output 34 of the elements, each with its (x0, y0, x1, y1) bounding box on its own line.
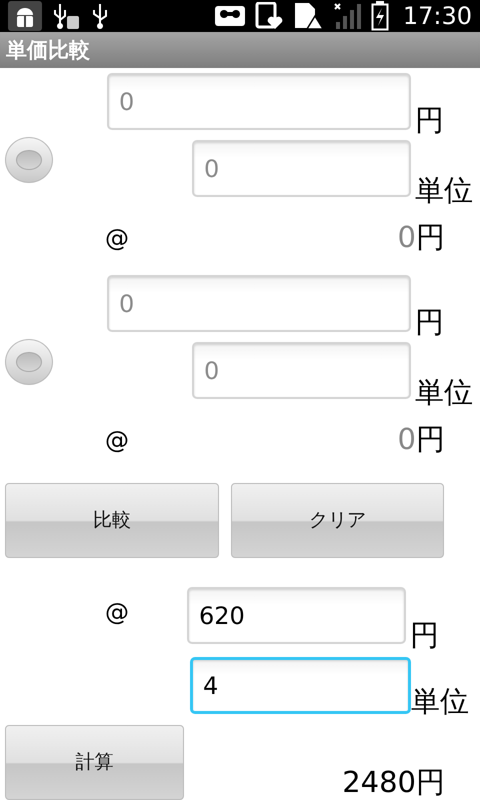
battery-charging-icon (370, 1, 389, 31)
unit-label: 単位 (411, 687, 469, 716)
at-sign: @ (105, 600, 129, 624)
unit-price-value: 0 (398, 425, 416, 454)
currency-label: 円 (416, 223, 445, 252)
phone-heart-icon (254, 2, 283, 30)
total-value: 2480 (342, 768, 416, 800)
currency-label: 円 (410, 621, 439, 650)
unit-label: 単位 (415, 176, 473, 205)
unit-price-value: 0 (398, 223, 416, 252)
radio-button[interactable] (5, 137, 53, 183)
signal-icon (332, 2, 361, 30)
usb-icon (90, 2, 110, 30)
input-field[interactable]: 0 (107, 275, 411, 332)
currency-label: 円 (415, 308, 444, 337)
currency-label: 円 (415, 106, 444, 135)
input-field[interactable]: 0 (192, 342, 411, 399)
calculate-button[interactable]: 計算 (5, 725, 184, 800)
at-sign: @ (105, 226, 129, 250)
usb-icon (52, 2, 80, 30)
at-sign: @ (105, 428, 129, 452)
radio-button[interactable] (5, 339, 53, 385)
status-time: 17:30 (402, 1, 472, 32)
currency-label: 円 (416, 425, 445, 454)
input-field[interactable]: 0 (107, 73, 411, 130)
input-field[interactable]: 0 (192, 140, 411, 197)
input-field[interactable]: 620 (187, 587, 406, 644)
clear-button[interactable]: クリア (230, 483, 444, 558)
voicemail-icon (214, 4, 245, 28)
unit-label: 単位 (415, 378, 473, 407)
compare-button[interactable]: 比較 (5, 483, 218, 558)
title-bar: 単価比較 (0, 32, 480, 68)
currency-label: 円 (416, 768, 445, 800)
input-field[interactable]: 4 (190, 657, 411, 714)
